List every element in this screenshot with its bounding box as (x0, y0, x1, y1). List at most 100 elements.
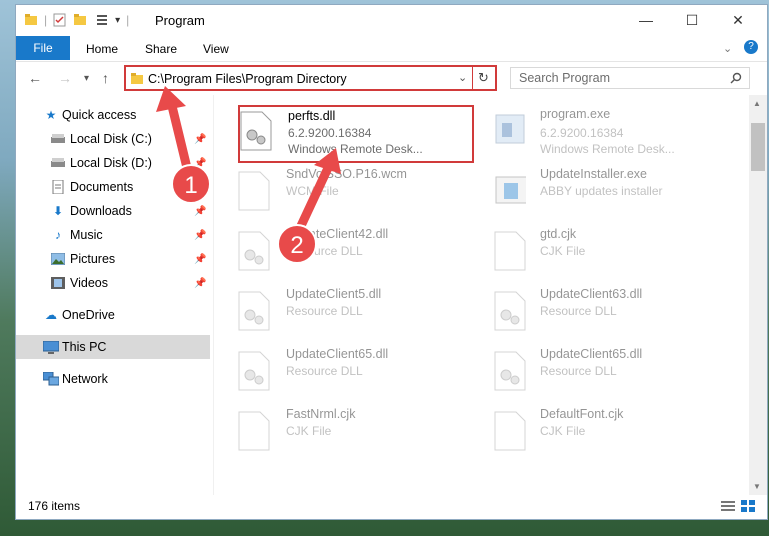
sidebar-item-this-pc[interactable]: This PC (16, 335, 210, 359)
help-icon[interactable]: ? (744, 40, 758, 54)
up-arrow-icon[interactable]: ↑ (102, 70, 109, 86)
details-view-icon[interactable] (721, 500, 735, 512)
sidebar-item-onedrive[interactable]: ☁ OneDrive (16, 303, 210, 327)
file-name: DefaultFont.cjk (540, 407, 624, 421)
scrollbar-thumb[interactable] (751, 123, 765, 171)
file-name: perfts.dll (288, 109, 336, 123)
file-item-updateclient42[interactable]: UpdateClient42.dll Resource DLL (238, 225, 468, 283)
address-dropdown-icon[interactable]: ⌄ (458, 71, 467, 84)
navigation-bar: ← → ▾ ↑ C:\Program Files\Program Directo… (16, 61, 767, 95)
search-box[interactable]: Search Program (510, 67, 750, 89)
sidebar-item-pictures[interactable]: Pictures 📌 (16, 247, 210, 271)
file-item-sndvolsso[interactable]: SndVolSSO.P16.wcm WCM File (238, 165, 468, 223)
properties-icon[interactable] (53, 13, 67, 27)
vertical-scrollbar[interactable]: ▲ ▼ (749, 95, 767, 495)
dll-file-icon (238, 231, 270, 271)
file-name: UpdateClient63.dll (540, 287, 643, 301)
large-icons-view-icon[interactable] (741, 500, 755, 512)
sidebar-item-documents[interactable]: Documents 📌 (16, 175, 210, 199)
recent-locations-icon[interactable]: ▾ (84, 73, 89, 84)
dropdown-icon[interactable]: ▾ (115, 15, 120, 26)
dll-file-icon (238, 351, 270, 391)
sidebar-item-quick-access[interactable]: ★ Quick access (16, 103, 210, 127)
file-list: perfts.dll 6.2.9200.16384 Windows Remote… (213, 95, 748, 495)
address-bar[interactable]: C:\Program Files\Program Directory ⌄ ↻ (124, 65, 497, 91)
file-item-updateclient65-b[interactable]: UpdateClient65.dll Resource DLL (484, 345, 714, 403)
tab-share[interactable]: Share (145, 42, 177, 56)
music-icon: ♪ (55, 228, 61, 242)
expand-ribbon-icon[interactable]: ⌄ (723, 42, 732, 55)
scroll-down-icon[interactable]: ▼ (753, 482, 761, 491)
file-icon (238, 171, 270, 211)
drive-icon (50, 132, 66, 146)
file-item-updateinstaller[interactable]: UpdateInstaller.exe ABBY updates install… (484, 165, 714, 223)
sidebar-item-local-disk-d[interactable]: Local Disk (D:) 📌 (16, 151, 210, 175)
customize-icon[interactable] (95, 13, 111, 27)
close-button[interactable]: ✕ (715, 5, 761, 35)
pin-icon: 📌 (194, 253, 207, 265)
file-item-program-exe[interactable]: program.exe 6.2.9200.16384 Windows Remot… (484, 105, 714, 163)
file-description: ABBY updates installer (540, 184, 663, 198)
computer-icon (43, 340, 59, 354)
dll-file-icon (240, 111, 272, 151)
file-item-updateclient5[interactable]: UpdateClient5.dll Resource DLL (238, 285, 468, 343)
file-item-updateclient63[interactable]: UpdateClient63.dll Resource DLL (484, 285, 714, 343)
dll-file-icon (494, 351, 526, 391)
refresh-icon[interactable]: ↻ (478, 70, 489, 86)
file-item-updateclient65[interactable]: UpdateClient65.dll Resource DLL (238, 345, 468, 403)
file-description: Resource DLL (540, 364, 617, 378)
ribbon: File Home Share View ⌄ ? (16, 35, 767, 62)
file-item-fastnrml-cjk[interactable]: FastNrml.cjk CJK File (238, 405, 468, 463)
maximize-button[interactable]: ☐ (669, 5, 715, 35)
file-icon (494, 231, 526, 271)
sidebar-item-label: This PC (62, 340, 107, 354)
installer-icon (495, 176, 526, 204)
minimize-button[interactable]: — (623, 5, 669, 35)
pin-icon: 📌 (194, 205, 207, 217)
file-name: UpdateClient42.dll (286, 227, 389, 241)
download-icon: ⬇ (52, 204, 64, 218)
dll-file-icon (238, 291, 270, 331)
title-bar: | ▾ | Program — ☐ ✕ (16, 5, 767, 35)
quick-access-toolbar: | ▾ | (24, 12, 129, 28)
videos-icon (50, 276, 66, 290)
file-item-gtd-cjk[interactable]: gtd.cjk CJK File (484, 225, 714, 283)
sidebar-item-label: Local Disk (D:) (70, 156, 152, 170)
sidebar-item-local-disk-c[interactable]: Local Disk (C:) 📌 (16, 127, 210, 151)
file-name: UpdateClient5.dll (286, 287, 382, 301)
dll-file-icon (494, 291, 526, 331)
sidebar-item-label: Videos (70, 276, 108, 290)
tab-file[interactable]: File (16, 36, 70, 60)
file-item-defaultfont-cjk[interactable]: DefaultFont.cjk CJK File (484, 405, 714, 463)
sidebar-item-label: Network (62, 372, 108, 386)
sidebar-item-label: Pictures (70, 252, 116, 266)
sidebar-item-label: Local Disk (C:) (70, 132, 152, 146)
documents-icon (50, 180, 66, 194)
file-description: Windows Remote Desk... (288, 142, 423, 156)
sidebar-item-label: Quick access (62, 108, 137, 122)
status-bar: 176 items (16, 493, 767, 519)
tab-home[interactable]: Home (86, 42, 118, 56)
file-item-perfts-dll[interactable]: perfts.dll 6.2.9200.16384 Windows Remote… (238, 105, 474, 163)
sidebar-item-network[interactable]: Network (16, 367, 210, 391)
file-name: gtd.cjk (540, 227, 577, 241)
sidebar-item-downloads[interactable]: ⬇ Downloads 📌 (16, 199, 210, 223)
new-folder-icon[interactable] (73, 13, 89, 27)
forward-arrow-icon[interactable]: → (58, 70, 72, 86)
file-description: CJK File (540, 244, 586, 258)
file-description: Resource DLL (286, 364, 363, 378)
pin-icon: 📌 (194, 229, 207, 241)
scroll-up-icon[interactable]: ▲ (753, 99, 761, 108)
pin-icon: 📌 (194, 133, 207, 145)
sidebar-item-videos[interactable]: Videos 📌 (16, 271, 210, 295)
back-arrow-icon[interactable]: ← (28, 70, 42, 86)
search-icon[interactable] (730, 72, 742, 84)
file-name: UpdateInstaller.exe (540, 167, 648, 181)
address-text: C:\Program Files\Program Directory (148, 72, 347, 86)
sidebar-item-label: Documents (70, 180, 134, 194)
folder-icon[interactable] (24, 13, 38, 27)
tab-view[interactable]: View (203, 42, 229, 56)
exe-file-icon (495, 114, 525, 144)
sidebar-item-music[interactable]: ♪ Music 📌 (16, 223, 210, 247)
pin-icon: 📌 (194, 157, 207, 169)
